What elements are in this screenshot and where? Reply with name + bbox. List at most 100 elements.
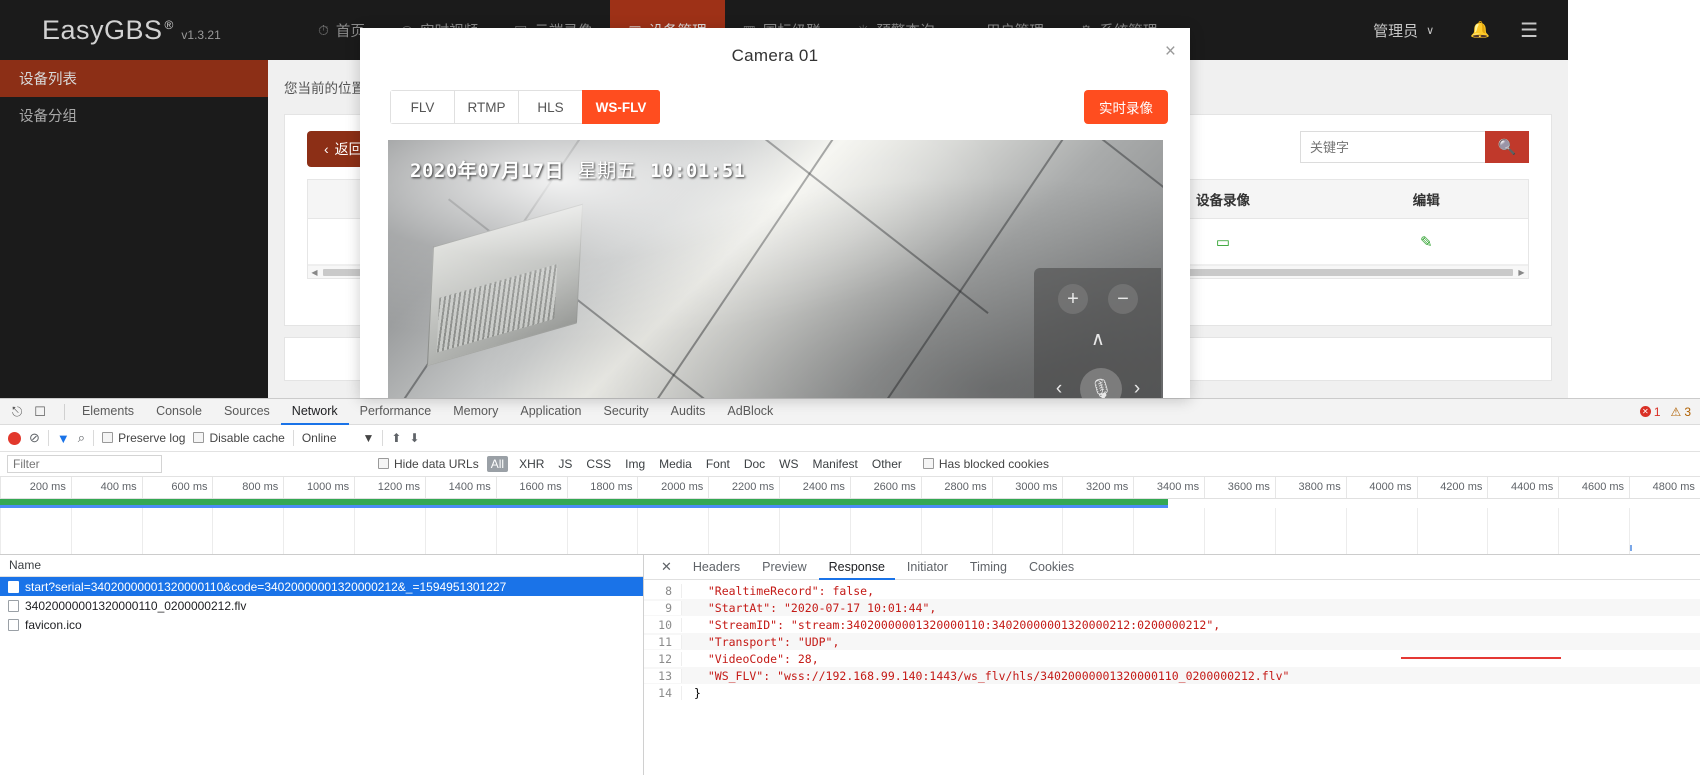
- scroll-right-icon[interactable]: ▶: [1515, 268, 1528, 277]
- requests-column-header[interactable]: Name: [0, 555, 643, 577]
- device-toolbar-icon[interactable]: ☐: [34, 404, 46, 420]
- zoom-in-icon[interactable]: +: [1058, 284, 1088, 314]
- tab-hls[interactable]: HLS: [518, 90, 582, 124]
- filter-type-ws[interactable]: WS: [776, 457, 801, 471]
- tab-headers[interactable]: Headers: [683, 555, 750, 580]
- tab-ws-flv[interactable]: WS-FLV: [582, 90, 660, 124]
- tab-adblock[interactable]: AdBlock: [716, 399, 784, 425]
- filter-type-css[interactable]: CSS: [583, 457, 614, 471]
- sidebar-item-device-group[interactable]: 设备分组: [0, 97, 268, 134]
- devtools-status-cluster: ✕ 1 ⚠ 3: [1639, 405, 1700, 419]
- scroll-left-icon[interactable]: ◀: [308, 268, 321, 277]
- devtools-tab-bar: ⎋ ☐ Elements Console Sources Network Per…: [0, 399, 1700, 425]
- pan-up-icon[interactable]: ∧: [1082, 326, 1114, 352]
- record-icon[interactable]: [8, 431, 21, 445]
- filter-type-manifest[interactable]: Manifest: [810, 457, 861, 471]
- tab-network[interactable]: Network: [280, 399, 349, 425]
- timeline-tick: 3600 ms: [1204, 477, 1275, 498]
- overview-marker: [1630, 545, 1632, 551]
- timeline-tick: 2600 ms: [849, 477, 921, 498]
- line-number: 8: [644, 583, 682, 598]
- pan-left-icon[interactable]: ‹: [1046, 376, 1072, 398]
- annotation-underline: [1401, 657, 1561, 659]
- filter-icon[interactable]: ▼: [57, 431, 70, 446]
- request-name: start?serial=34020000001320000110&code=3…: [25, 579, 507, 594]
- checkbox-box: [193, 432, 205, 443]
- list-item[interactable]: start?serial=34020000001320000110&code=3…: [0, 577, 643, 596]
- timeline-tick: 600 ms: [141, 477, 213, 498]
- list-item[interactable]: favicon.ico: [0, 615, 643, 634]
- clear-icon[interactable]: ⊘: [29, 430, 40, 446]
- close-icon[interactable]: ✕: [652, 559, 681, 575]
- ptz-control-panel: + − ∧ ‹ › 🎙: [1034, 268, 1161, 398]
- tab-audits[interactable]: Audits: [660, 399, 717, 425]
- realtime-record-button[interactable]: 实时录像: [1084, 90, 1168, 124]
- tab-cookies[interactable]: Cookies: [1019, 555, 1084, 580]
- tab-performance[interactable]: Performance: [349, 399, 443, 425]
- tab-application[interactable]: Application: [509, 399, 592, 425]
- back-button-label: 返回: [334, 141, 363, 157]
- export-har-icon[interactable]: ⬇: [409, 431, 419, 445]
- file-icon: [8, 599, 19, 612]
- filter-type-media[interactable]: Media: [656, 457, 695, 471]
- network-timeline-ruler: 200 ms 400 ms 600 ms 800 ms 1000 ms 1200…: [0, 477, 1700, 499]
- timeline-tick: 4400 ms: [1487, 477, 1558, 498]
- line-number: 10: [644, 617, 682, 632]
- checkbox-box: [378, 458, 389, 469]
- network-overview-graph[interactable]: [0, 499, 1700, 555]
- search-button[interactable]: 🔍: [1485, 131, 1529, 163]
- sidebar-item-device-list[interactable]: 设备列表: [0, 60, 268, 97]
- tab-sources[interactable]: Sources: [213, 399, 281, 425]
- blocked-cookies-checkbox[interactable]: Has blocked cookies: [922, 457, 1049, 471]
- inspect-element-icon[interactable]: ⎋: [12, 404, 22, 420]
- tab-initiator[interactable]: Initiator: [897, 555, 958, 580]
- close-icon[interactable]: ×: [1165, 42, 1176, 61]
- line-text: "StartAt": "2020-07-17 10:01:44",: [694, 600, 937, 615]
- notification-bell-icon[interactable]: 🔔: [1454, 20, 1506, 40]
- cell-edit[interactable]: ✎: [1325, 219, 1528, 264]
- video-player[interactable]: 2020年07月17日 星期五 10:01:51 + − ∧ ‹ › 🎙: [388, 140, 1163, 398]
- user-menu[interactable]: 管理员 ∨: [1353, 20, 1454, 41]
- filter-type-doc[interactable]: Doc: [741, 457, 768, 471]
- list-item[interactable]: 34020000001320000110_0200000212.flv: [0, 596, 643, 615]
- tab-elements[interactable]: Elements: [71, 399, 145, 425]
- warning-badge[interactable]: ⚠ 3: [1671, 405, 1691, 419]
- filter-type-font[interactable]: Font: [703, 457, 733, 471]
- filter-type-js[interactable]: JS: [555, 457, 575, 471]
- search-input[interactable]: [1300, 131, 1485, 163]
- tab-timing[interactable]: Timing: [960, 555, 1017, 580]
- filter-input[interactable]: [7, 455, 162, 473]
- search-icon[interactable]: ⌕: [78, 430, 85, 446]
- hide-data-urls-checkbox[interactable]: Hide data URLs: [378, 457, 479, 471]
- response-body-viewer[interactable]: 8 "RealtimeRecord": false, 9 "StartAt": …: [644, 580, 1700, 775]
- hamburger-menu-icon[interactable]: ☰: [1506, 18, 1552, 43]
- tab-memory[interactable]: Memory: [442, 399, 509, 425]
- tab-preview[interactable]: Preview: [752, 555, 816, 580]
- file-icon: [8, 580, 19, 593]
- import-har-icon[interactable]: ⬆: [391, 431, 401, 445]
- brand-name: EasyGBS: [42, 14, 163, 45]
- preserve-log-checkbox[interactable]: Preserve log: [102, 431, 185, 445]
- request-detail-panel: ✕ Headers Preview Response Initiator Tim…: [644, 555, 1700, 775]
- tab-security[interactable]: Security: [593, 399, 660, 425]
- timeline-tick: 1000 ms: [283, 477, 354, 498]
- filter-type-img[interactable]: Img: [622, 457, 648, 471]
- registered-trademark-icon: ®: [164, 17, 174, 32]
- pan-right-icon[interactable]: ›: [1124, 376, 1150, 398]
- line-number: 14: [644, 685, 682, 700]
- tab-flv[interactable]: FLV: [390, 90, 454, 124]
- error-badge[interactable]: ✕ 1: [1639, 405, 1661, 419]
- code-line: 9 "StartAt": "2020-07-17 10:01:44",: [644, 599, 1700, 616]
- request-name: favicon.ico: [25, 617, 82, 632]
- tab-console[interactable]: Console: [145, 399, 213, 425]
- filter-type-other[interactable]: Other: [869, 457, 905, 471]
- tab-rtmp[interactable]: RTMP: [454, 90, 518, 124]
- tab-response[interactable]: Response: [818, 555, 895, 580]
- filter-type-xhr[interactable]: XHR: [516, 457, 547, 471]
- zoom-out-icon[interactable]: −: [1108, 284, 1138, 314]
- filter-type-all[interactable]: All: [486, 456, 509, 472]
- divider: [292, 430, 294, 446]
- disable-cache-checkbox[interactable]: Disable cache: [193, 431, 285, 445]
- microphone-icon[interactable]: 🎙: [1080, 368, 1122, 398]
- throttling-select[interactable]: Online ▼: [302, 431, 375, 445]
